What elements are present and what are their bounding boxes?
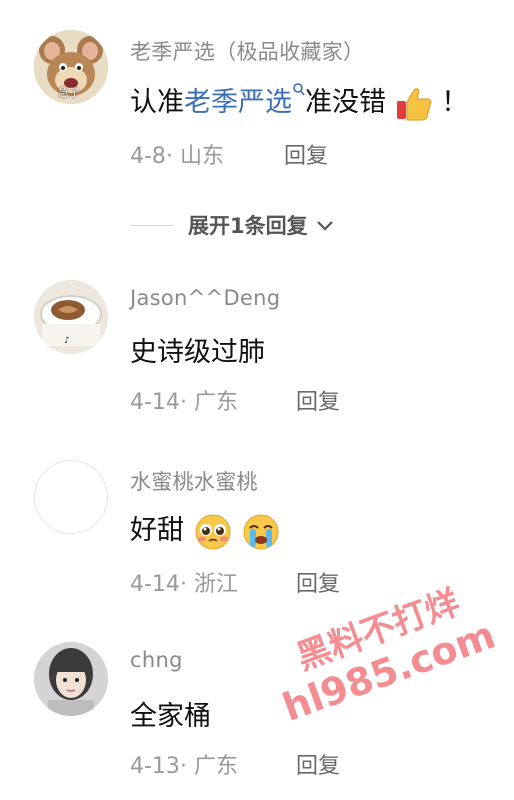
- username[interactable]: 水蜜桃水蜜桃: [130, 466, 258, 496]
- comment-text-suffix: 准没错: [305, 87, 386, 118]
- avatar[interactable]: [34, 460, 108, 534]
- reply-button[interactable]: 回复: [296, 384, 340, 416]
- divider: [130, 224, 174, 226]
- comment-meta: 4-14· 广东: [130, 390, 238, 415]
- comment-location: 山东: [179, 144, 224, 169]
- comment-text-body: 好甜: [130, 515, 184, 546]
- comment-meta: 4-8· 山东: [130, 144, 224, 169]
- username[interactable]: Jason^^Deng: [130, 286, 280, 310]
- avatar[interactable]: 急了: [34, 30, 108, 104]
- reply-button[interactable]: 回复: [284, 138, 328, 170]
- crying-face-icon: [243, 514, 279, 549]
- avatar[interactable]: ♪: [34, 280, 108, 354]
- search-link[interactable]: 老季严选: [184, 87, 292, 118]
- comment-location: 广东: [193, 754, 238, 779]
- expand-replies-button[interactable]: 展开1条回复: [130, 208, 336, 242]
- search-icon[interactable]: [292, 82, 305, 98]
- comment-text: 全家桶: [130, 701, 211, 732]
- comment-location: 浙江: [193, 572, 238, 597]
- username[interactable]: chng: [130, 648, 183, 672]
- comment-meta: 4-14· 浙江: [130, 572, 238, 597]
- expand-replies-label: 展开1条回复: [188, 214, 308, 238]
- username[interactable]: 老季严选（极品收藏家）: [130, 36, 364, 66]
- reply-button[interactable]: 回复: [296, 566, 340, 598]
- thumbs-up-icon: [396, 87, 431, 120]
- comment-meta: 4-13· 广东: [130, 754, 238, 779]
- comment-date: 4-14: [130, 390, 180, 415]
- comment-date: 4-13: [130, 754, 180, 779]
- comment-text: 认准老季严选 准没错 ！: [130, 80, 468, 123]
- avatar[interactable]: [34, 642, 108, 716]
- avatar-caption: 急了: [58, 86, 80, 99]
- comment-location: 广东: [193, 390, 238, 415]
- comment-date: 4-8: [130, 144, 166, 169]
- comment-text: 好甜: [130, 508, 281, 552]
- watermark-url: hl985.com: [277, 612, 501, 730]
- pleading-face-icon: [195, 514, 231, 549]
- svg-text:♪: ♪: [64, 336, 70, 346]
- latte-cup-icon: ♪: [34, 280, 108, 354]
- person-photo-icon: [34, 642, 108, 716]
- reply-button[interactable]: 回复: [296, 748, 340, 780]
- comment-text-end: ！: [441, 87, 469, 118]
- chevron-down-icon: [316, 221, 333, 231]
- comment-date: 4-14: [130, 572, 180, 597]
- comment-text-prefix: 认准: [130, 87, 184, 118]
- comment-text: 史诗级过肺: [130, 337, 265, 368]
